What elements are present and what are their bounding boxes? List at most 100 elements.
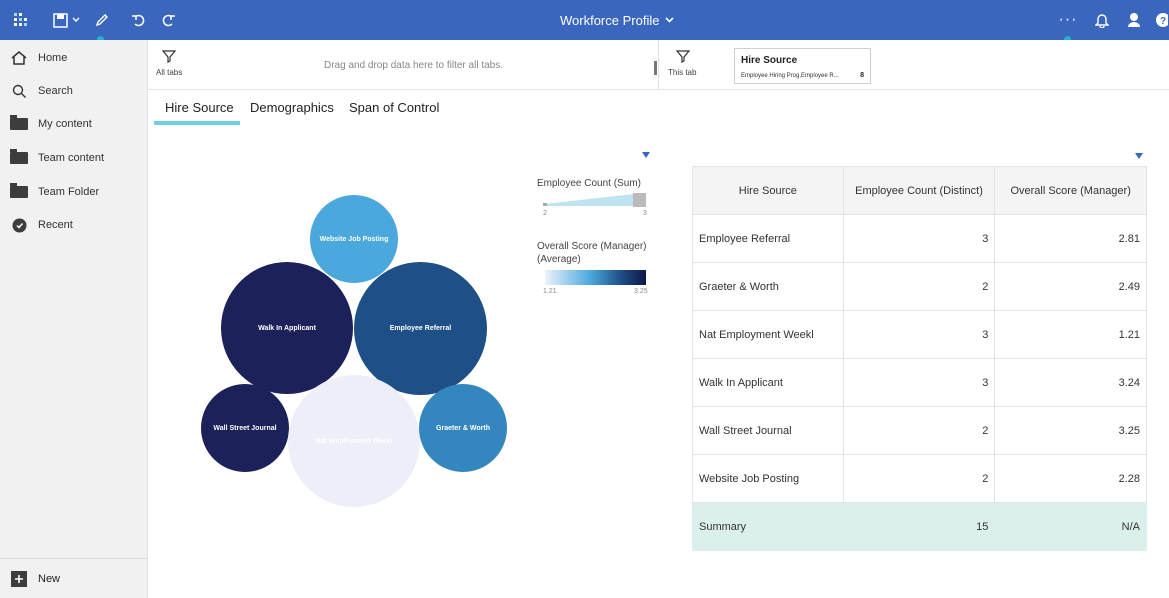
- cell-hire-source: Graeter & Worth: [692, 262, 844, 311]
- filter-bar: All tabs Drag and drop data here to filt…: [148, 40, 1169, 90]
- bubble-website-job-posting[interactable]: Website Job Posting: [310, 195, 398, 283]
- color-legend-title: Overall Score (Manager): [537, 241, 647, 252]
- summary-overall-score: N/A: [994, 502, 1147, 551]
- undo-icon[interactable]: [128, 0, 148, 40]
- team-folder-icon: [0, 149, 38, 164]
- home-icon: [0, 51, 38, 65]
- bubble-graeter-worth[interactable]: Graeter & Worth: [419, 384, 507, 472]
- redo-icon[interactable]: [158, 0, 178, 40]
- tab-demographics[interactable]: Demographics: [250, 100, 334, 115]
- cell-employee-count: 3: [842, 214, 996, 263]
- this-tab-filter-icon[interactable]: [675, 50, 691, 68]
- apps-icon[interactable]: [10, 0, 32, 40]
- plus-icon: [0, 570, 38, 587]
- save-icon[interactable]: [50, 0, 70, 40]
- sidebar-item-search[interactable]: Search: [0, 76, 148, 106]
- divider-handle[interactable]: [654, 61, 657, 75]
- star-folder-icon: [0, 183, 38, 198]
- chart-filter-icon[interactable]: [642, 152, 650, 158]
- cell-employee-count: 3: [842, 310, 996, 359]
- sidebar-item-my-content[interactable]: My content: [0, 109, 148, 139]
- user-icon[interactable]: [1124, 0, 1144, 40]
- search-icon: [0, 84, 38, 99]
- cell-overall-score: 2.81: [994, 214, 1147, 263]
- cell-hire-source: Walk In Applicant: [692, 358, 844, 407]
- color-legend-subtitle: (Average): [537, 254, 581, 265]
- bubble-nat-employment-weekl[interactable]: Nat Employment Weekl: [288, 375, 420, 507]
- sidebar-item-label: My content: [38, 118, 92, 130]
- new-button[interactable]: New: [0, 558, 148, 598]
- column-header-employee-count[interactable]: Employee Count (Distinct): [842, 166, 996, 215]
- new-button-label: New: [38, 572, 61, 585]
- all-tabs-label: All tabs: [156, 68, 183, 77]
- cell-employee-count: 2: [842, 262, 996, 311]
- chevron-down-icon[interactable]: [70, 0, 82, 40]
- table-row[interactable]: Employee Referral 3 2.81: [692, 214, 1147, 263]
- all-tabs-filter-icon[interactable]: [161, 50, 177, 68]
- bubble-walk-in-applicant[interactable]: Walk In Applicant: [221, 262, 353, 394]
- column-header-overall-score[interactable]: Overall Score (Manager): [994, 166, 1147, 215]
- table-filter-icon[interactable]: [1135, 153, 1143, 159]
- table-row[interactable]: Website Job Posting 2 2.28: [692, 454, 1147, 503]
- cell-overall-score: 2.28: [994, 454, 1147, 503]
- cell-overall-score: 3.25: [994, 406, 1147, 455]
- column-header-hire-source[interactable]: Hire Source: [692, 166, 844, 215]
- table-row[interactable]: Nat Employment Weekl 3 1.21: [692, 310, 1147, 359]
- filter-chip-count: 8: [860, 72, 864, 79]
- summary-employee-count: 15: [842, 502, 996, 551]
- size-legend-title: Employee Count (Sum): [537, 178, 641, 189]
- sidebar: Home Search My content Team content Team…: [0, 40, 148, 598]
- tab-span-of-control[interactable]: Span of Control: [349, 100, 439, 115]
- table-row[interactable]: Wall Street Journal 2 3.25: [692, 406, 1147, 455]
- color-legend-max: 3.25: [634, 288, 648, 295]
- bubble-wall-street-journal[interactable]: Wall Street Journal: [201, 384, 289, 472]
- bubble-label: Graeter & Worth: [436, 424, 490, 432]
- sidebar-item-recent[interactable]: Recent: [0, 210, 148, 240]
- summary-label: Summary: [692, 502, 844, 551]
- cell-hire-source: Wall Street Journal: [692, 406, 844, 455]
- filter-chip-value: Employee Hiring Prog,Employee R...: [741, 73, 839, 79]
- clock-icon: [0, 218, 38, 233]
- report-title-dropdown[interactable]: Workforce Profile: [560, 0, 675, 40]
- all-tabs-drop-zone[interactable]: Drag and drop data here to filter all ta…: [324, 60, 503, 71]
- hire-source-filter-chip[interactable]: Hire Source Employee Hiring Prog,Employe…: [734, 48, 871, 84]
- size-legend-max: 3: [643, 210, 647, 217]
- table-summary-row: Summary 15 N/A: [692, 502, 1147, 551]
- sidebar-item-team-content[interactable]: Team content: [0, 143, 148, 173]
- sidebar-item-label: Search: [38, 85, 73, 97]
- report-title: Workforce Profile: [560, 12, 660, 28]
- tab-hire-source[interactable]: Hire Source: [165, 100, 234, 115]
- chevron-down-icon: [665, 17, 675, 23]
- color-legend-gradient: [545, 270, 646, 285]
- color-legend-min: 1.21: [543, 288, 557, 295]
- app-window: { "topbar": { "title": "Workforce Profil…: [0, 0, 1169, 598]
- sidebar-item-home[interactable]: Home: [0, 43, 148, 73]
- bell-icon[interactable]: [1092, 0, 1112, 40]
- bubble-employee-referral[interactable]: Employee Referral: [354, 262, 487, 395]
- cell-hire-source: Website Job Posting: [692, 454, 844, 503]
- help-icon[interactable]: ?: [1153, 0, 1169, 40]
- cell-overall-score: 3.24: [994, 358, 1147, 407]
- folder-icon: [0, 115, 38, 130]
- table-row[interactable]: Walk In Applicant 3 3.24: [692, 358, 1147, 407]
- filter-chip-title: Hire Source: [741, 55, 798, 66]
- hire-source-table: Hire Source Employee Count (Distinct) Ov…: [692, 166, 1147, 551]
- bubble-label: Wall Street Journal: [213, 424, 277, 432]
- bubble-label: Walk In Applicant: [258, 324, 316, 332]
- sidebar-item-label: Team Folder: [38, 186, 100, 198]
- cell-employee-count: 2: [842, 454, 996, 503]
- cell-overall-score: 2.49: [994, 262, 1147, 311]
- table-header-row: Hire Source Employee Count (Distinct) Ov…: [692, 166, 1147, 215]
- cell-hire-source: Employee Referral: [692, 214, 844, 263]
- size-legend-scale: [543, 193, 646, 207]
- sidebar-item-label: Team content: [38, 152, 105, 164]
- this-tab-label: This tab: [668, 68, 697, 77]
- cell-employee-count: 3: [842, 358, 996, 407]
- top-bar: Workforce Profile ··· ?: [0, 0, 1169, 45]
- table-row[interactable]: Graeter & Worth 2 2.49: [692, 262, 1147, 311]
- bubble-label: Employee Referral: [389, 325, 452, 332]
- bubble-label: Nat Employment Weekl: [315, 437, 393, 445]
- sidebar-item-label: Recent: [38, 219, 73, 231]
- cell-employee-count: 2: [842, 406, 996, 455]
- sidebar-item-team-folder[interactable]: Team Folder: [0, 177, 148, 207]
